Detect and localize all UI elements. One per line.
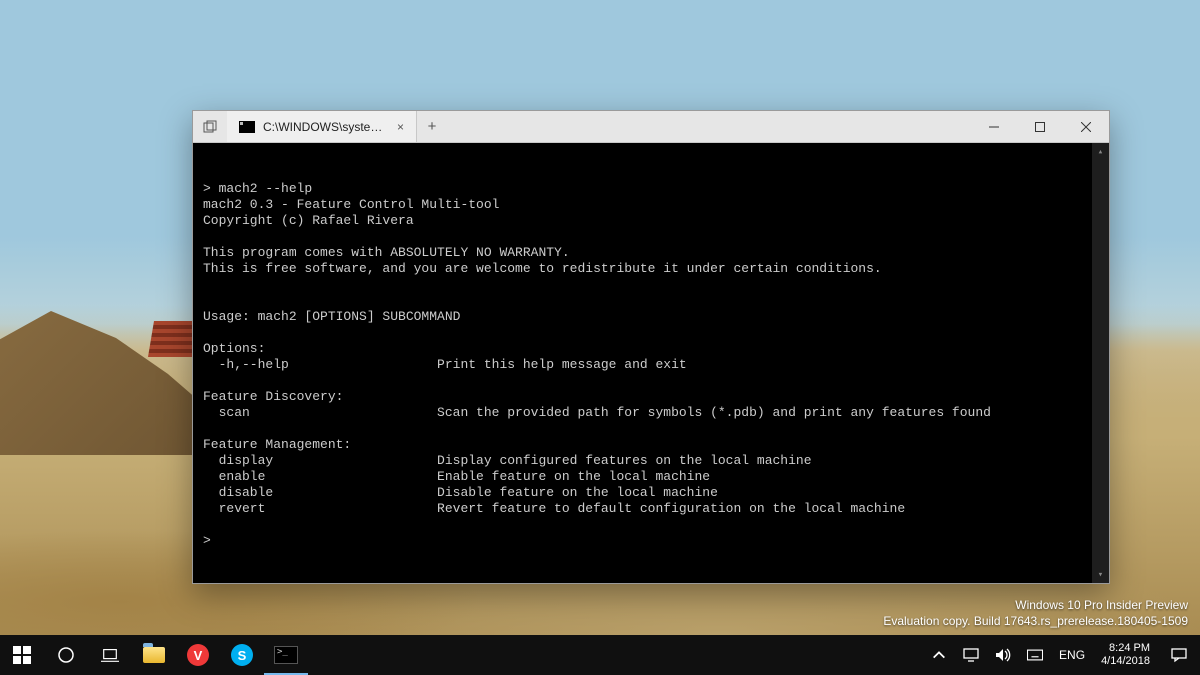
desktop-watermark: Windows 10 Pro Insider Preview Evaluatio… — [883, 597, 1188, 629]
window-titlebar[interactable]: C:\WINDOWS\system3 × + — [193, 111, 1109, 143]
tray-display-icon[interactable] — [955, 635, 987, 675]
taskbar-app-cmd[interactable] — [264, 635, 308, 675]
scroll-thumb[interactable] — [1092, 160, 1109, 566]
start-button[interactable] — [0, 635, 44, 675]
task-view-button[interactable] — [88, 635, 132, 675]
taskbar-app-vivaldi[interactable]: V — [176, 635, 220, 675]
maximize-button[interactable] — [1017, 111, 1063, 142]
taskbar: V S ENG 8:24 PM 4/14/2018 — [0, 635, 1200, 675]
scroll-down-icon[interactable]: ▾ — [1092, 566, 1109, 583]
window-controls — [971, 111, 1109, 142]
minimize-button[interactable] — [971, 111, 1017, 142]
taskbar-right: ENG 8:24 PM 4/14/2018 — [923, 635, 1200, 675]
cmd-taskbar-icon — [274, 646, 298, 664]
close-button[interactable] — [1063, 111, 1109, 142]
terminal-output: > mach2 --help mach2 0.3 - Feature Contr… — [203, 181, 1099, 549]
tray-date: 4/14/2018 — [1101, 655, 1150, 668]
tab-cmd[interactable]: C:\WINDOWS\system3 × — [227, 111, 417, 142]
cortana-button[interactable] — [44, 635, 88, 675]
titlebar-left: C:\WINDOWS\system3 × + — [193, 111, 971, 142]
taskbar-app-explorer[interactable] — [132, 635, 176, 675]
tab-close-button[interactable]: × — [395, 120, 406, 134]
watermark-line2: Evaluation copy. Build 17643.rs_prerelea… — [883, 613, 1188, 629]
scroll-up-icon[interactable]: ▴ — [1092, 143, 1109, 160]
tray-time: 8:24 PM — [1101, 642, 1150, 655]
watermark-line1: Windows 10 Pro Insider Preview — [883, 597, 1188, 613]
new-tab-button[interactable]: + — [417, 111, 447, 142]
tray-overflow-button[interactable] — [923, 635, 955, 675]
taskbar-left: V S — [0, 635, 308, 675]
terminal-window: C:\WINDOWS\system3 × + > mach2 --help ma… — [192, 110, 1110, 584]
vivaldi-icon: V — [187, 644, 209, 666]
file-explorer-icon — [143, 647, 165, 663]
cmd-icon — [239, 121, 255, 133]
tray-volume-icon[interactable] — [987, 635, 1019, 675]
action-center-button[interactable] — [1158, 635, 1200, 675]
tray-language[interactable]: ENG — [1051, 635, 1093, 675]
tab-title: C:\WINDOWS\system3 — [263, 120, 387, 134]
terminal-body[interactable]: > mach2 --help mach2 0.3 - Feature Contr… — [193, 143, 1109, 583]
scrollbar[interactable]: ▴ ▾ — [1092, 143, 1109, 583]
skype-icon: S — [231, 644, 253, 666]
cascade-icon[interactable] — [193, 111, 227, 142]
tray-clock[interactable]: 8:24 PM 4/14/2018 — [1093, 635, 1158, 675]
taskbar-app-skype[interactable]: S — [220, 635, 264, 675]
tray-keyboard-icon[interactable] — [1019, 635, 1051, 675]
